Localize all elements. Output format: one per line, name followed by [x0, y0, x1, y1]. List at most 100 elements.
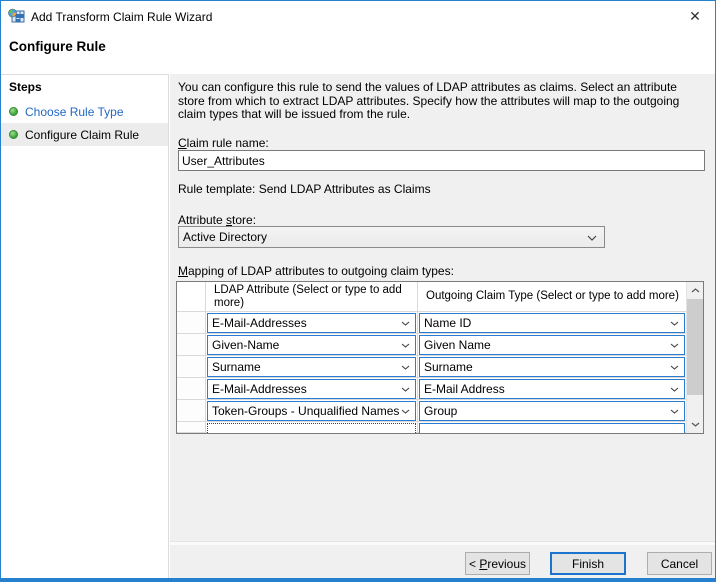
table-row: Token-Groups - Unqualified Names Group	[177, 400, 686, 422]
label-text: Attribute	[178, 213, 226, 227]
ldap-attribute-select-0[interactable]: E-Mail-Addresses	[207, 313, 416, 333]
ldap-attribute-select-new[interactable]	[207, 423, 416, 433]
outgoing-claim-select-3[interactable]: E-Mail Address	[419, 379, 685, 399]
chevron-down-icon	[670, 387, 679, 392]
combo-value: E-Mail-Addresses	[212, 316, 307, 330]
grid-cell: Given Name	[418, 334, 686, 356]
attribute-store-value: Active Directory	[183, 230, 267, 244]
chevron-down-icon	[670, 343, 679, 348]
title-bar: Add Transform Claim Rule Wizard ✕	[1, 1, 715, 33]
attribute-store-label: Attribute store:	[178, 213, 256, 227]
chevron-down-icon	[587, 235, 597, 241]
row-header-cell[interactable]	[177, 378, 206, 400]
label-text: laim rule name:	[187, 136, 269, 150]
window-title: Add Transform Claim Rule Wizard	[31, 1, 212, 33]
column-header-text: LDAP Attribute (Select or type to add mo…	[206, 282, 417, 309]
scrollbar-thumb[interactable]	[687, 299, 704, 395]
chevron-down-icon	[401, 387, 410, 392]
page-title: Configure Rule	[9, 39, 106, 54]
button-bar: < Previous Finish Cancel	[170, 545, 715, 578]
chevron-down-icon	[670, 409, 679, 414]
combo-value: Given-Name	[212, 338, 279, 352]
table-row: Given-Name Given Name	[177, 334, 686, 356]
outgoing-claim-type-column-header[interactable]: Outgoing Claim Type (Select or type to a…	[418, 282, 686, 312]
wizard-window: Add Transform Claim Rule Wizard ✕ Config…	[0, 0, 716, 582]
column-header-text: Outgoing Claim Type (Select or type to a…	[418, 282, 686, 303]
step-completed-icon	[9, 130, 18, 139]
combo-value: Given Name	[424, 338, 491, 352]
sidebar-item-configure-claim-rule[interactable]: Configure Claim Rule	[1, 123, 168, 146]
rule-description-text: You can configure this rule to send the …	[178, 81, 704, 122]
ldap-attribute-select-1[interactable]: Given-Name	[207, 335, 416, 355]
row-header-cell[interactable]	[177, 400, 206, 422]
steps-sidebar: Steps Choose Rule Type Configure Claim R…	[1, 74, 169, 578]
label-text: tore:	[232, 213, 256, 227]
grid-cell: Group	[418, 400, 686, 422]
outgoing-claim-select-0[interactable]: Name ID	[419, 313, 685, 333]
row-header-cell[interactable]	[177, 312, 206, 334]
outgoing-claim-select-new[interactable]	[419, 423, 685, 433]
chevron-down-icon	[401, 343, 410, 348]
wizard-content-panel: You can configure this rule to send the …	[170, 74, 715, 542]
chevron-down-icon	[670, 321, 679, 326]
grid-cell	[206, 422, 418, 433]
chevron-down-icon	[401, 365, 410, 370]
grid-cell: Name ID	[418, 312, 686, 334]
mapping-table: LDAP Attribute (Select or type to add mo…	[176, 281, 704, 434]
combo-value: E-Mail-Addresses	[212, 382, 307, 396]
label-text: apping of LDAP attributes to outgoing cl…	[188, 264, 454, 278]
steps-header: Steps	[9, 80, 42, 94]
step-completed-icon	[9, 107, 18, 116]
previous-button[interactable]: < Previous	[465, 552, 530, 575]
step-label: Choose Rule Type	[25, 105, 124, 119]
table-row: Surname Surname	[177, 356, 686, 378]
rule-template-text: Rule template: Send LDAP Attributes as C…	[178, 182, 431, 196]
finish-button[interactable]: Finish	[550, 552, 626, 575]
grid-cell: E-Mail-Addresses	[206, 378, 418, 400]
scroll-down-icon[interactable]	[687, 416, 704, 433]
ldap-attribute-column-header[interactable]: LDAP Attribute (Select or type to add mo…	[206, 282, 418, 312]
sidebar-item-choose-rule-type[interactable]: Choose Rule Type	[1, 100, 168, 123]
combo-value: Surname	[212, 360, 261, 374]
button-text: revious	[487, 557, 526, 571]
close-icon[interactable]: ✕	[675, 1, 715, 31]
grid-cell	[418, 422, 686, 433]
cancel-button[interactable]: Cancel	[647, 552, 712, 575]
outgoing-claim-select-1[interactable]: Given Name	[419, 335, 685, 355]
grid-cell: E-Mail Address	[418, 378, 686, 400]
ldap-attribute-select-2[interactable]: Surname	[207, 357, 416, 377]
grid-cell: Given-Name	[206, 334, 418, 356]
row-header-cell[interactable]	[177, 356, 206, 378]
outgoing-claim-select-4[interactable]: Group	[419, 401, 685, 421]
grid-cell: Surname	[206, 356, 418, 378]
claim-rule-name-label: Claim rule name:	[178, 136, 269, 150]
access-key: M	[178, 264, 188, 278]
button-text: <	[469, 557, 479, 571]
grid-cell: E-Mail-Addresses	[206, 312, 418, 334]
row-header-cell[interactable]	[177, 422, 206, 433]
table-row-partial	[177, 422, 686, 433]
claim-rule-name-input[interactable]	[178, 150, 705, 171]
row-header-cell[interactable]	[177, 334, 206, 356]
combo-value: Group	[424, 404, 457, 418]
combo-value: Name ID	[424, 316, 471, 330]
table-row: E-Mail-Addresses Name ID	[177, 312, 686, 334]
combo-value: Surname	[424, 360, 473, 374]
ldap-attribute-select-3[interactable]: E-Mail-Addresses	[207, 379, 416, 399]
wizard-app-icon	[8, 8, 25, 25]
attribute-store-select[interactable]: Active Directory	[178, 226, 605, 248]
outgoing-claim-select-2[interactable]: Surname	[419, 357, 685, 377]
table-row: E-Mail-Addresses E-Mail Address	[177, 378, 686, 400]
row-header-cell	[177, 282, 206, 312]
chevron-down-icon	[670, 365, 679, 370]
mapping-label: Mapping of LDAP attributes to outgoing c…	[178, 264, 454, 278]
scroll-up-icon[interactable]	[687, 282, 704, 299]
chevron-down-icon	[401, 321, 410, 326]
combo-value: Token-Groups - Unqualified Names	[212, 404, 399, 418]
table-scrollbar[interactable]	[686, 282, 703, 433]
table-header-row: LDAP Attribute (Select or type to add mo…	[177, 282, 686, 312]
grid-cell: Surname	[418, 356, 686, 378]
ldap-attribute-select-4[interactable]: Token-Groups - Unqualified Names	[207, 401, 416, 421]
chevron-down-icon	[401, 409, 410, 414]
combo-value: E-Mail Address	[424, 382, 505, 396]
